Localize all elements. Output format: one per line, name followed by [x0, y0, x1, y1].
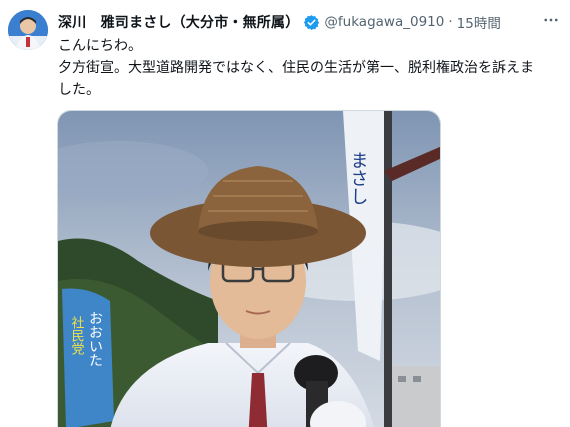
tweet-card[interactable]: 深川 雅司まさし（大分市・無所属） @fukagawa_0910 · 15時間 … [0, 0, 570, 427]
author-display-name[interactable]: 深川 雅司まさし（大分市・無所属） [58, 12, 299, 32]
tweet-text-line: 夕方街宣。大型道路開発ではなく、住民の生活が第一、脱利権政治を訴えま [58, 60, 534, 76]
more-horizontal-icon[interactable] [538, 9, 564, 31]
banner-left-small: 社民党 [69, 315, 85, 356]
banner-right-text: まさし [348, 151, 369, 205]
tweet-header: 深川 雅司まさし（大分市・無所属） @fukagawa_0910 · 15時間 [58, 11, 501, 33]
tweet-text-line: した。 [58, 82, 100, 98]
header-separator: · [448, 14, 453, 30]
street-speech-photo: まさし 社民党 おおいた [58, 111, 440, 427]
tweet-text: こんにちわ。 夕方街宣。大型道路開発ではなく、住民の生活が第一、脱利権政治を訴え… [58, 35, 564, 101]
avatar-photo [8, 10, 48, 50]
author-handle[interactable]: @fukagawa_0910 [324, 14, 444, 30]
author-avatar[interactable] [8, 10, 48, 50]
tweet-timestamp[interactable]: 15時間 [457, 12, 501, 32]
verified-badge-icon [303, 14, 320, 31]
tweet-photo[interactable]: まさし 社民党 おおいた [57, 110, 441, 427]
banner-left-text: おおいた [87, 311, 103, 367]
tweet-text-line: こんにちわ。 [58, 38, 142, 54]
